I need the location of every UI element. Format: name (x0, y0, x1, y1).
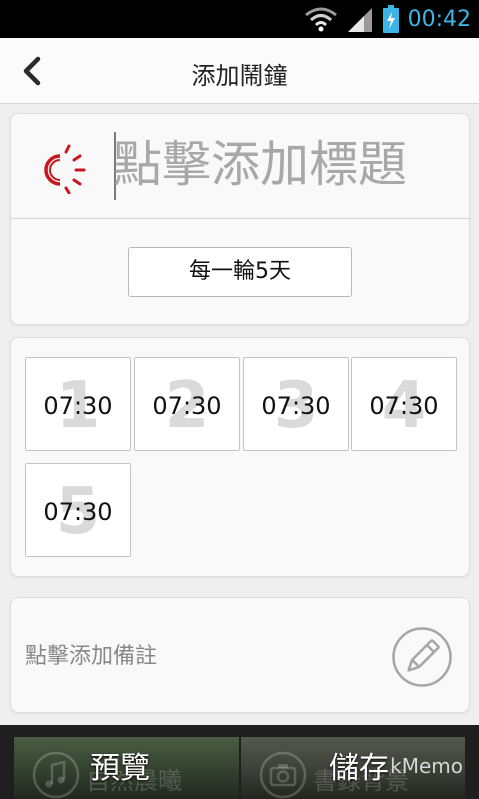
time-slot-4[interactable]: 4 07:30 (351, 357, 457, 451)
title-bar: 添加鬧鐘 (0, 38, 479, 104)
alarm-title-card: 點擊添加標題 每一輪5天 (10, 113, 471, 325)
status-bar: 00:42 (0, 0, 479, 38)
slot-time: 07:30 (152, 392, 222, 420)
status-icons: 00:42 (304, 4, 471, 34)
slot-time: 07:30 (261, 392, 331, 420)
alarm-times-card: 1 07:30 2 07:30 3 07:30 4 07:30 5 07:30 (10, 337, 470, 577)
time-slot-3[interactable]: 3 07:30 (243, 357, 349, 451)
note-input[interactable]: 點擊添加備註 (25, 638, 157, 670)
signal-icon (347, 8, 372, 32)
time-slot-2[interactable]: 2 07:30 (134, 357, 240, 451)
note-card[interactable]: 點擊添加備註 (10, 597, 470, 713)
save-label: 儲存 (329, 751, 389, 786)
pencil-icon[interactable] (391, 626, 453, 688)
watermark: kMemo (390, 754, 463, 778)
wifi-icon (304, 7, 337, 32)
slot-time: 07:30 (43, 498, 113, 526)
time-slot-1[interactable]: 1 07:30 (25, 357, 131, 451)
slot-time: 07:30 (369, 392, 439, 420)
camera-icon (259, 751, 307, 799)
music-note-icon (32, 751, 80, 799)
cycle-length-button[interactable]: 每一輪5天 (128, 247, 352, 297)
page-title: 添加鬧鐘 (191, 62, 288, 90)
preview-button[interactable]: 自然晨曦 預覽 (14, 737, 239, 799)
battery-icon (382, 5, 399, 33)
slot-time: 07:30 (43, 392, 113, 420)
time-slot-5[interactable]: 5 07:30 (25, 463, 131, 557)
preview-label: 預覽 (90, 751, 150, 786)
sun-icon (44, 144, 86, 194)
card-divider (11, 218, 471, 219)
status-clock: 00:42 (407, 6, 471, 32)
title-input[interactable]: 點擊添加標題 (113, 128, 463, 202)
